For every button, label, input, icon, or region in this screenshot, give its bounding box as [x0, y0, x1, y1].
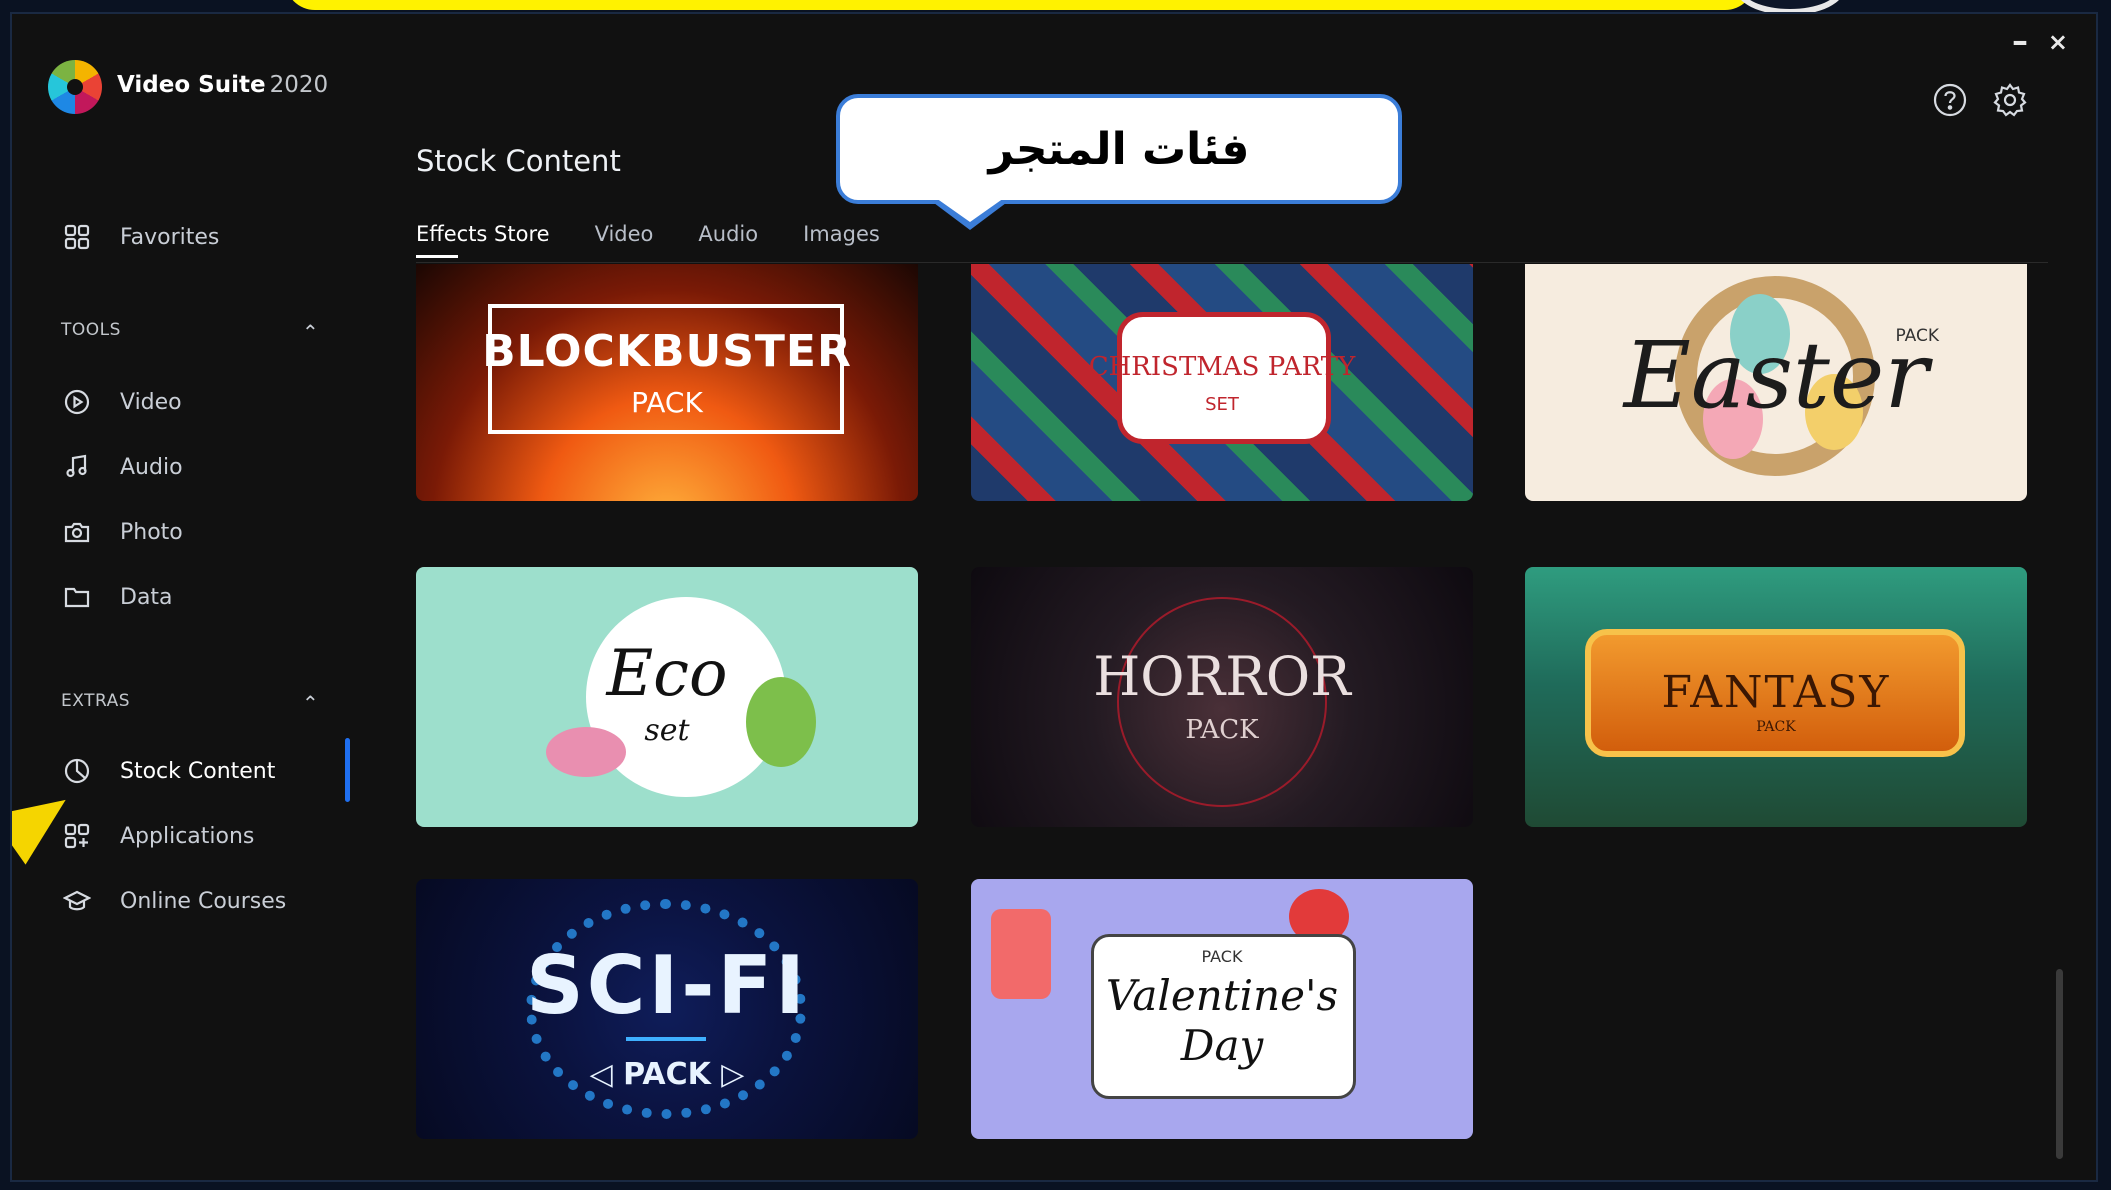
gear-icon[interactable] [1990, 80, 2030, 120]
content-tabs: Effects Store Video Audio Images [416, 222, 880, 258]
tab-images[interactable]: Images [803, 222, 880, 258]
sidebar-item-photo[interactable]: Photo [62, 517, 183, 547]
sidebar-item-label: Applications [120, 823, 255, 849]
sidebar-item-online-courses[interactable]: Online Courses [62, 886, 286, 916]
close-button[interactable]: × [2048, 28, 2068, 56]
tools-collapse-chevron-icon[interactable]: ⌃ [302, 320, 319, 344]
card-pretitle: PACK [1201, 947, 1243, 966]
card-title: SCI-FI [526, 939, 808, 1032]
pie-chart-icon [62, 756, 92, 786]
sidebar-item-applications[interactable]: Applications [62, 821, 254, 851]
card-christmas-party-set[interactable]: CHRISTMAS PARTY SET [971, 264, 1473, 501]
sidebar-item-label: Photo [120, 519, 183, 545]
music-note-icon [62, 452, 92, 482]
card-fantasy-pack[interactable]: FANTASY PACK [1525, 567, 2027, 827]
camera-icon [62, 517, 92, 547]
card-easter-pack[interactable]: Easter PACK [1525, 264, 2027, 501]
card-subtitle: PACK [1756, 719, 1796, 735]
sidebar-item-favorites[interactable]: Favorites [62, 222, 219, 252]
minimize-button[interactable]: – [2012, 22, 2028, 60]
sidebar-item-stock-content[interactable]: Stock Content [62, 756, 275, 786]
sidebar-item-label: Favorites [120, 224, 220, 250]
card-title: BLOCKBUSTER [482, 326, 852, 377]
card-title: Valentine's [1105, 971, 1339, 1020]
card-blockbuster-pack[interactable]: BLOCKBUSTER PACK [416, 264, 918, 501]
extras-section-title: EXTRAS [61, 691, 131, 711]
card-divider [626, 1037, 706, 1041]
card-title: FANTASY [1661, 667, 1891, 718]
card-title: Eco [606, 637, 728, 711]
tab-video[interactable]: Video [595, 222, 654, 258]
page-title: Stock Content [416, 144, 621, 178]
extras-collapse-chevron-icon[interactable]: ⌃ [302, 691, 319, 715]
sidebar-item-label: Video [120, 389, 182, 415]
tabs-divider [416, 262, 2048, 263]
active-item-indicator [345, 738, 350, 802]
app-title: Video Suite 2020 [117, 72, 328, 98]
sidebar-item-label: Stock Content [120, 758, 276, 784]
card-subtitle: PACK [631, 386, 703, 419]
card-subtitle: PACK [1185, 715, 1259, 745]
card-subtitle: set [644, 713, 690, 748]
sidebar-item-label: Audio [120, 454, 183, 480]
tab-audio[interactable]: Audio [698, 222, 758, 258]
app-year: 2020 [269, 72, 329, 98]
app-logo-icon [48, 60, 102, 114]
app-name: Video Suite [117, 72, 266, 98]
grid-icon [62, 222, 92, 252]
sidebar-item-video[interactable]: Video [62, 387, 182, 417]
store-categories-callout: فئات المتجر [836, 94, 1402, 230]
sidebar-item-label: Online Courses [120, 888, 287, 914]
card-eco-set[interactable]: Eco set [416, 567, 918, 827]
sidebar-item-data[interactable]: Data [62, 582, 173, 612]
card-valentines-day-pack[interactable]: PACK Valentine's Day [971, 879, 1473, 1139]
sidebar-item-audio[interactable]: Audio [62, 452, 183, 482]
app-window: – × Video Suite 2020 Favorites TOOLS ⌃ Vi… [10, 12, 2098, 1182]
card-subtitle: ◁ PACK ▷ [589, 1057, 745, 1092]
tools-section-title: TOOLS [61, 320, 121, 340]
tutorial-highlight-bar [285, 0, 1755, 10]
play-circle-icon [62, 387, 92, 417]
card-title: CHRISTMAS PARTY [1088, 352, 1356, 382]
help-icon[interactable] [1930, 80, 1970, 120]
card-title: HORROR [1093, 645, 1351, 708]
tab-effects-store[interactable]: Effects Store [416, 222, 550, 258]
tutorial-pointer-arrow [12, 775, 83, 865]
callout-tail-inner [936, 198, 1004, 222]
card-subtitle: SET [1205, 394, 1239, 415]
card-scifi-pack[interactable]: SCI-FI ◁ PACK ▷ [416, 879, 918, 1139]
sidebar-item-label: Data [120, 584, 173, 610]
card-horror-pack[interactable]: HORROR PACK [971, 567, 1473, 827]
callout-text: فئات المتجر [988, 123, 1250, 175]
card-subtitle: PACK [1895, 326, 1939, 346]
folder-icon [62, 582, 92, 612]
card-subtitle: Day [1180, 1021, 1264, 1070]
card-title: Easter [1623, 322, 1929, 429]
graduation-cap-icon [62, 886, 92, 916]
content-scrollbar[interactable] [2056, 969, 2063, 1159]
